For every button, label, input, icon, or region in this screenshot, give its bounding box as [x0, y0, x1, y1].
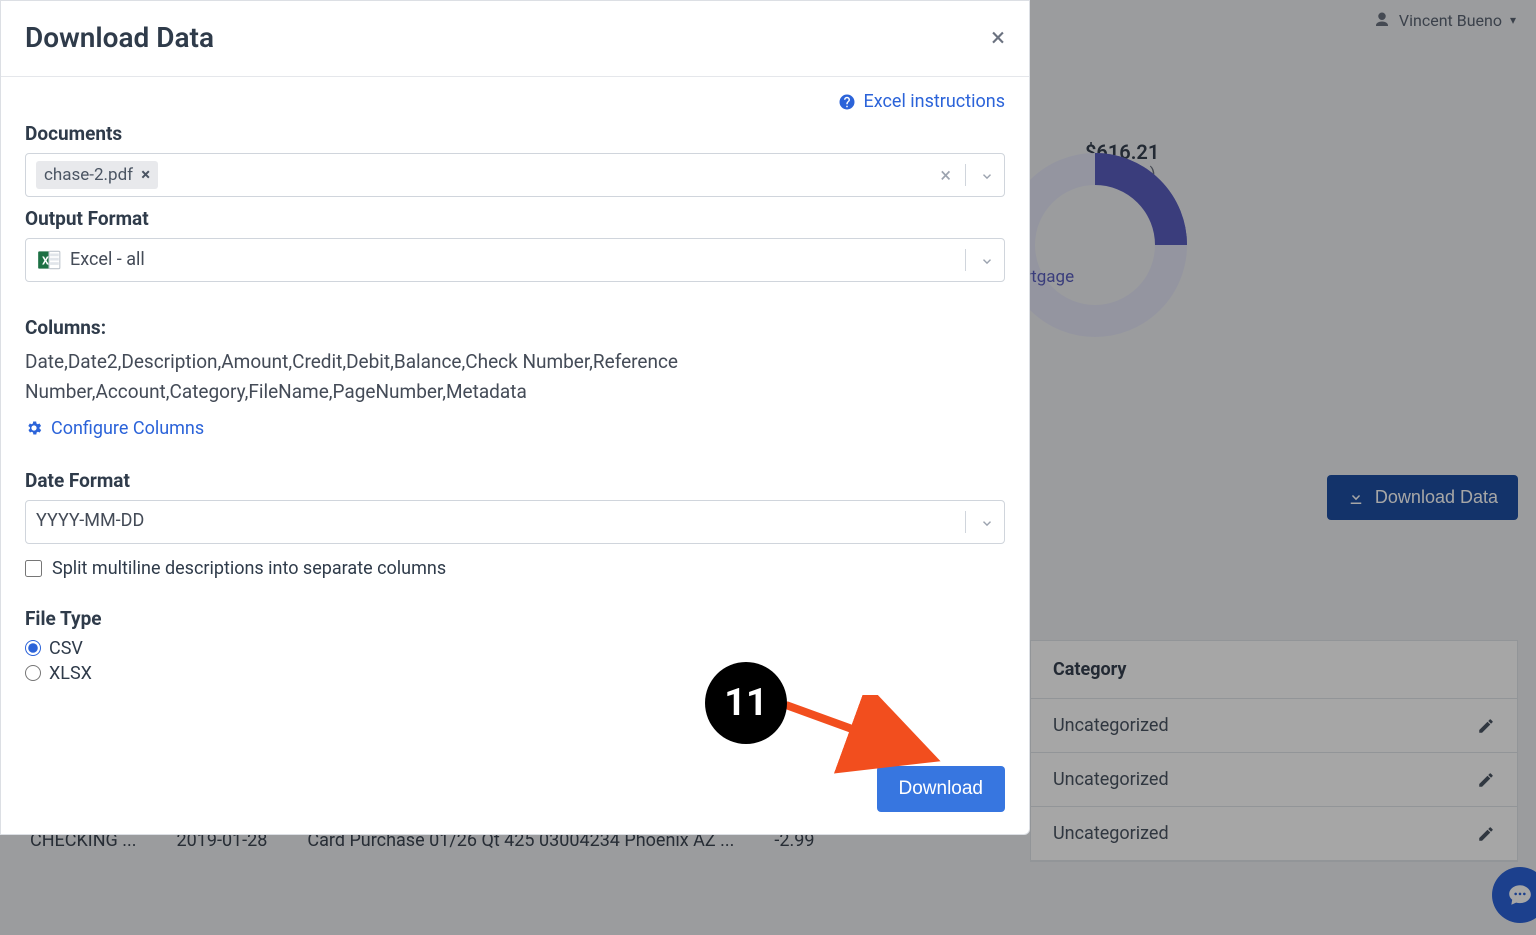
file-type-xlsx-label: XLSX — [49, 663, 92, 684]
separator — [965, 249, 966, 271]
excel-icon: X — [36, 247, 62, 273]
output-format-value: Excel - all — [70, 246, 145, 275]
file-type-csv-label: CSV — [49, 638, 83, 659]
file-type-csv-radio[interactable] — [25, 640, 41, 656]
file-type-xlsx-radio[interactable] — [25, 665, 41, 681]
document-chip-label: chase-2.pdf — [44, 165, 133, 185]
help-icon — [838, 93, 856, 111]
chevron-down-icon[interactable] — [980, 515, 994, 529]
split-multiline-label: Split multiline descriptions into separa… — [52, 558, 446, 579]
gear-icon — [25, 419, 43, 437]
separator — [965, 164, 966, 186]
date-format-select[interactable]: YYYY-MM-DD — [25, 500, 1005, 544]
close-button[interactable]: × — [991, 25, 1005, 51]
excel-instructions-link[interactable]: Excel instructions — [838, 91, 1006, 112]
configure-columns-label: Configure Columns — [51, 418, 204, 439]
documents-label: Documents — [25, 122, 1005, 145]
separator — [965, 511, 966, 533]
document-chip: chase-2.pdf × — [36, 161, 158, 189]
step-number: 11 — [724, 681, 768, 725]
annotation-arrow — [778, 695, 948, 775]
chevron-down-icon[interactable] — [980, 253, 994, 267]
chip-remove-icon[interactable]: × — [141, 165, 150, 185]
chevron-down-icon[interactable] — [980, 168, 994, 182]
columns-value: Date,Date2,Description,Amount,Credit,Deb… — [25, 347, 725, 408]
output-format-select[interactable]: X Excel - all — [25, 238, 1005, 282]
modal-title: Download Data — [25, 21, 214, 54]
modal-header: Download Data × — [1, 1, 1029, 77]
clear-icon[interactable]: × — [940, 163, 951, 187]
documents-select[interactable]: chase-2.pdf × × — [25, 153, 1005, 197]
file-type-label: File Type — [25, 607, 1005, 630]
output-format-label: Output Format — [25, 207, 1005, 230]
split-multiline-checkbox[interactable] — [25, 560, 42, 577]
date-format-label: Date Format — [25, 469, 1005, 492]
configure-columns-link[interactable]: Configure Columns — [25, 418, 1005, 439]
step-badge: 11 — [705, 662, 787, 744]
download-button-label: Download — [899, 778, 984, 799]
date-format-value: YYYY-MM-DD — [36, 507, 144, 536]
columns-label: Columns: — [25, 316, 1005, 339]
svg-text:X: X — [42, 254, 49, 267]
excel-instructions-label: Excel instructions — [864, 91, 1006, 112]
